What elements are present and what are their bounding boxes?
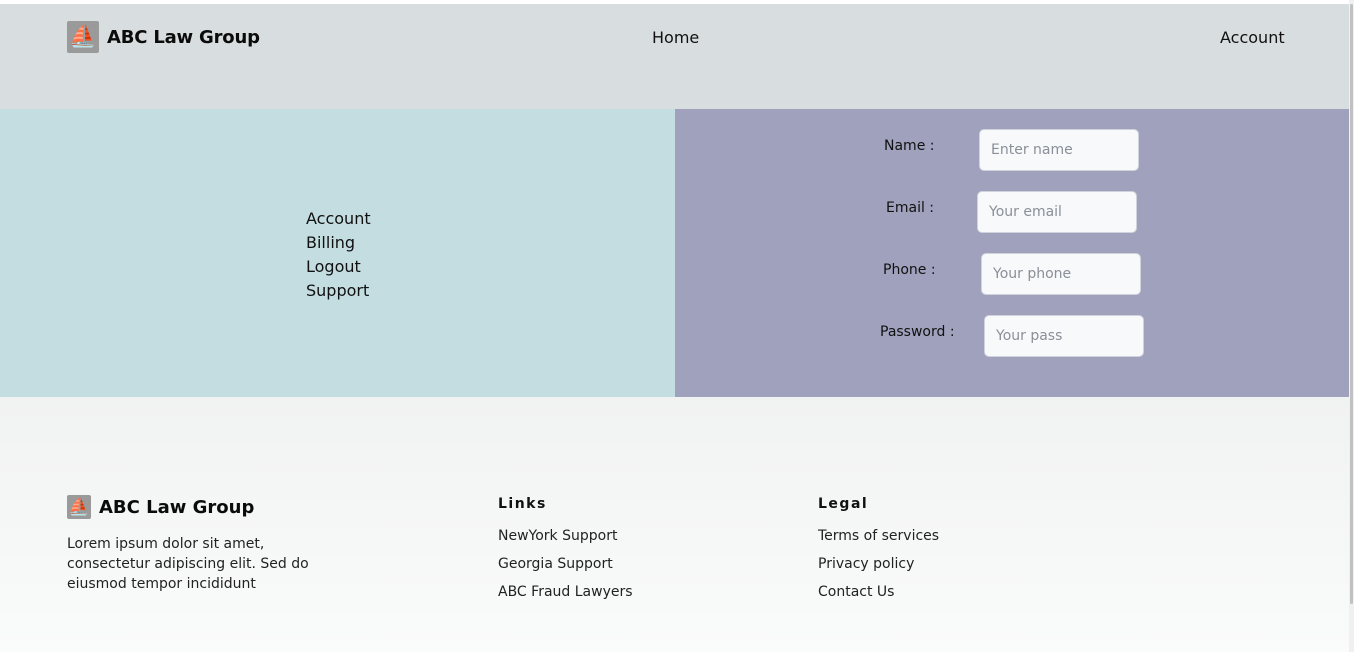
footer-description: Lorem ipsum dolor sit amet, consectetur … (67, 536, 309, 592)
footer-legal-list: Terms of services Privacy policy Contact… (818, 522, 939, 606)
footer-links-list: NewYork Support Georgia Support ABC Frau… (498, 522, 633, 606)
menu-item-support[interactable]: Support (306, 279, 371, 303)
account-menu: Account Billing Logout Support (306, 207, 371, 303)
password-input[interactable] (984, 315, 1144, 357)
site-footer: ⛵ ABC Law Group Lorem ipsum dolor sit am… (0, 397, 1349, 652)
footer-link-fraud-lawyers[interactable]: ABC Fraud Lawyers (498, 578, 633, 606)
footer-link-georgia-support[interactable]: Georgia Support (498, 550, 633, 578)
footer-link-contact[interactable]: Contact Us (818, 578, 939, 606)
account-menu-panel: Account Billing Logout Support (0, 109, 675, 397)
ship-icon: ⛵ (67, 495, 91, 519)
brand[interactable]: ⛵ ABC Law Group (67, 21, 260, 53)
email-input[interactable] (977, 191, 1137, 233)
nav-account-link[interactable]: Account (1220, 28, 1285, 47)
footer-brand-name: ABC Law Group (99, 496, 255, 518)
email-label: Email : (886, 200, 935, 216)
menu-item-account[interactable]: Account (306, 207, 371, 231)
account-form-panel: Name : Email : Phone : Password : (675, 109, 1349, 397)
footer-legal-title: Legal (818, 496, 869, 512)
menu-item-logout[interactable]: Logout (306, 255, 371, 279)
nav-home-link[interactable]: Home (652, 28, 699, 47)
footer-link-privacy[interactable]: Privacy policy (818, 550, 939, 578)
ship-icon: ⛵ (67, 21, 99, 53)
footer-link-terms[interactable]: Terms of services (818, 522, 939, 550)
footer-brand[interactable]: ⛵ ABC Law Group (67, 495, 254, 519)
site-header: ⛵ ABC Law Group Home Account (0, 4, 1349, 109)
password-label: Password : (880, 324, 955, 340)
footer-links-title: Links (498, 496, 547, 512)
scrollbar-thumb[interactable] (1350, 4, 1353, 604)
name-input[interactable] (979, 129, 1139, 171)
phone-input[interactable] (981, 253, 1141, 295)
menu-item-billing[interactable]: Billing (306, 231, 371, 255)
phone-label: Phone : (883, 262, 936, 278)
footer-link-newyork-support[interactable]: NewYork Support (498, 522, 633, 550)
brand-name: ABC Law Group (107, 26, 260, 48)
name-label: Name : (884, 138, 935, 154)
